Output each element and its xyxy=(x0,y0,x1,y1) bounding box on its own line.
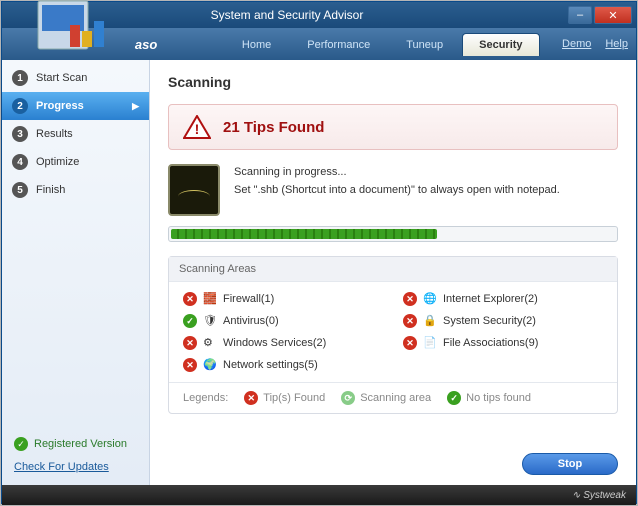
header-links: Demo Help xyxy=(562,38,628,50)
legends-row: Legends: ✕Tip(s) Found ⟳Scanning area ✓N… xyxy=(169,382,617,413)
progress-fill xyxy=(171,229,437,239)
step-label: Results xyxy=(36,128,73,140)
firewall-icon: 🧱 xyxy=(203,292,217,306)
ie-icon: 🌐 xyxy=(423,292,437,306)
network-icon: 🌍 xyxy=(203,358,217,372)
status-error-icon: ✕ xyxy=(403,292,417,306)
tab-tuneup[interactable]: Tuneup xyxy=(389,33,460,56)
check-updates-link[interactable]: Check For Updates xyxy=(14,461,137,473)
chevron-right-icon: ▶ xyxy=(132,101,139,112)
scan-detail-line: Set ".shb (Shortcut into a document)" to… xyxy=(234,182,560,200)
header-bar: aso Home Performance Tuneup Security Dem… xyxy=(2,28,636,60)
area-firewall: ✕🧱Firewall(1) xyxy=(183,292,383,306)
status-error-icon: ✕ xyxy=(244,391,258,405)
area-system-security: ✕🔒System Security(2) xyxy=(403,314,603,328)
minimize-button[interactable]: – xyxy=(568,6,592,24)
main-panel: Scanning ! 21 Tips Found Scanning in pro… xyxy=(150,60,636,485)
scanning-areas-box: Scanning Areas ✕🧱Firewall(1) ✕🌐Internet … xyxy=(168,256,618,414)
step-number: 3 xyxy=(12,126,28,142)
check-icon: ✓ xyxy=(14,437,28,451)
legend-scanning: ⟳Scanning area xyxy=(341,391,431,405)
step-label: Start Scan xyxy=(36,72,87,84)
step-number: 4 xyxy=(12,154,28,170)
legends-label: Legends: xyxy=(183,392,228,404)
main-tabs: Home Performance Tuneup Security xyxy=(225,33,540,56)
registered-status: ✓Registered Version xyxy=(14,437,137,451)
lock-icon: 🔒 xyxy=(423,314,437,328)
status-error-icon: ✕ xyxy=(183,292,197,306)
footer-bar: ∿ Systweak xyxy=(2,485,636,505)
status-ok-icon: ✓ xyxy=(447,391,461,405)
product-boxart xyxy=(32,0,112,55)
status-error-icon: ✕ xyxy=(183,358,197,372)
progress-bar xyxy=(168,226,618,242)
area-network: ✕🌍Network settings(5) xyxy=(183,358,383,372)
window-controls: – ✕ xyxy=(568,6,632,24)
page-title: Scanning xyxy=(168,74,618,90)
step-number: 5 xyxy=(12,182,28,198)
tab-performance[interactable]: Performance xyxy=(290,33,387,56)
body: 1 Start Scan 2 Progress ▶ 3 Results 4 Optimiz… xyxy=(2,60,636,485)
step-finish[interactable]: 5 Finish xyxy=(2,176,149,204)
svg-text:!: ! xyxy=(195,121,200,137)
step-progress[interactable]: 2 Progress ▶ xyxy=(2,92,149,120)
tab-home[interactable]: Home xyxy=(225,33,288,56)
step-label: Finish xyxy=(36,184,65,196)
file-icon: 📄 xyxy=(423,336,437,350)
area-services: ✕⚙Windows Services(2) xyxy=(183,336,383,350)
scan-oscilloscope-icon xyxy=(168,164,220,216)
step-start-scan[interactable]: 1 Start Scan xyxy=(2,64,149,92)
help-link[interactable]: Help xyxy=(605,38,628,50)
step-number: 2 xyxy=(12,98,28,114)
step-results[interactable]: 3 Results xyxy=(2,120,149,148)
area-file-assoc: ✕📄File Associations(9) xyxy=(403,336,603,350)
step-label: Progress xyxy=(36,100,84,112)
app-window: System and Security Advisor – ✕ aso Home… xyxy=(1,1,637,504)
footer-brand: ∿ Systweak xyxy=(572,490,626,501)
stop-button[interactable]: Stop xyxy=(522,453,618,475)
areas-grid: ✕🧱Firewall(1) ✕🌐Internet Explorer(2) ✓🛡A… xyxy=(169,282,617,382)
tab-security[interactable]: Security xyxy=(462,33,539,56)
warning-icon: ! xyxy=(183,115,211,139)
status-error-icon: ✕ xyxy=(183,336,197,350)
status-error-icon: ✕ xyxy=(403,336,417,350)
sidebar-footer: ✓Registered Version Check For Updates xyxy=(2,429,149,481)
sidebar: 1 Start Scan 2 Progress ▶ 3 Results 4 Optimiz… xyxy=(2,60,150,485)
area-ie: ✕🌐Internet Explorer(2) xyxy=(403,292,603,306)
close-button[interactable]: ✕ xyxy=(594,6,632,24)
scan-text: Scanning in progress... Set ".shb (Short… xyxy=(234,164,560,199)
brand-label: aso xyxy=(135,37,205,52)
legend-none: ✓No tips found xyxy=(447,391,531,405)
status-scanning-icon: ⟳ xyxy=(341,391,355,405)
antivirus-icon: 🛡 xyxy=(203,314,217,328)
demo-link[interactable]: Demo xyxy=(562,38,591,50)
step-number: 1 xyxy=(12,70,28,86)
step-label: Optimize xyxy=(36,156,79,168)
status-ok-icon: ✓ xyxy=(183,314,197,328)
scan-status-row: Scanning in progress... Set ".shb (Short… xyxy=(168,164,618,216)
step-optimize[interactable]: 4 Optimize xyxy=(2,148,149,176)
tips-alert: ! 21 Tips Found xyxy=(168,104,618,150)
scan-status-line: Scanning in progress... xyxy=(234,164,560,182)
services-icon: ⚙ xyxy=(203,336,217,350)
legend-tips: ✕Tip(s) Found xyxy=(244,391,325,405)
tips-count: 21 Tips Found xyxy=(223,119,324,136)
status-error-icon: ✕ xyxy=(403,314,417,328)
area-antivirus: ✓🛡Antivirus(0) xyxy=(183,314,383,328)
areas-header: Scanning Areas xyxy=(169,257,617,282)
